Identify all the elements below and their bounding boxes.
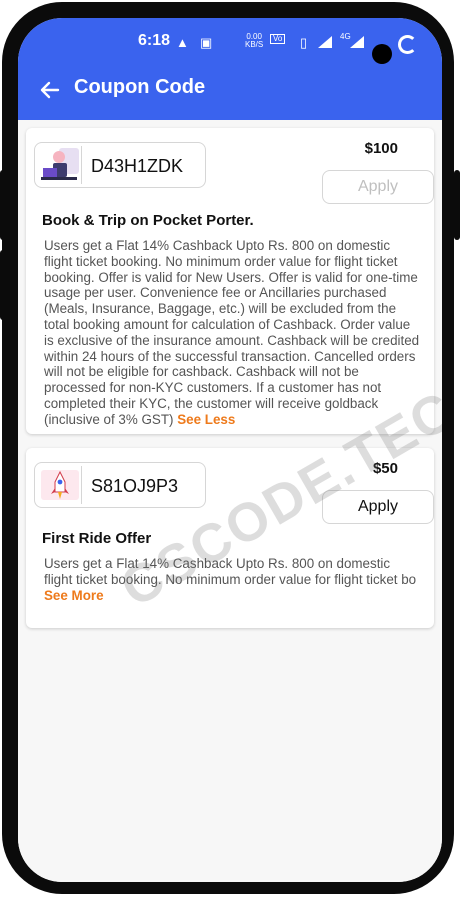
signal-icon-2 bbox=[350, 36, 364, 48]
offer-description: Users get a Flat 14% Cashback Upto Rs. 8… bbox=[44, 238, 420, 428]
see-less-link[interactable]: See Less bbox=[177, 412, 235, 427]
volte-icon: Vo bbox=[270, 34, 286, 44]
coupon-code-box[interactable]: S81OJ9P3 bbox=[34, 462, 206, 508]
front-camera bbox=[372, 44, 392, 64]
page-title: Coupon Code bbox=[74, 76, 206, 98]
offer-description-text: Users get a Flat 14% Cashback Upto Rs. 8… bbox=[44, 238, 420, 427]
coupon-list: D43H1ZDK $100 Apply Book & Trip on Pocke… bbox=[18, 120, 442, 882]
side-button-right bbox=[454, 170, 460, 240]
coupon-card: S81OJ9P3 $50 Apply First Ride Offer User… bbox=[26, 448, 434, 628]
coupon-price: $50 bbox=[372, 460, 398, 477]
coupon-price: $100 bbox=[364, 140, 398, 157]
screen: 6:18 ▲ ▣ 0.00 KB/S Vo ▯ 4G Coupon Code D… bbox=[18, 18, 442, 882]
offer-description-text: Users get a Flat 14% Cashback Upto Rs. 8… bbox=[44, 556, 417, 587]
network-speed: 0.00 KB/S bbox=[245, 33, 263, 49]
offer-title: Book & Trip on Pocket Porter. bbox=[42, 212, 254, 229]
offer-description: Users get a Flat 14% Cashback Upto Rs. 8… bbox=[44, 556, 420, 603]
apply-button[interactable]: Apply bbox=[322, 490, 434, 524]
app-header: 6:18 ▲ ▣ 0.00 KB/S Vo ▯ 4G Coupon Code bbox=[18, 18, 442, 120]
vibrate-icon: ▯ bbox=[300, 35, 308, 50]
offer-title: First Ride Offer bbox=[42, 530, 152, 547]
coupon-code-box[interactable]: D43H1ZDK bbox=[34, 142, 206, 188]
coupon-card: D43H1ZDK $100 Apply Book & Trip on Pocke… bbox=[26, 128, 434, 434]
coupon-illustration bbox=[39, 466, 82, 504]
coupon-code: S81OJ9P3 bbox=[91, 476, 179, 496]
status-bar: 6:18 ▲ ▣ 0.00 KB/S Vo ▯ 4G bbox=[18, 32, 442, 64]
signal-icon bbox=[318, 36, 332, 48]
nav-icon: ▲ bbox=[176, 35, 189, 50]
network-speed-unit: KB/S bbox=[245, 40, 264, 49]
gallery-icon: ▣ bbox=[200, 35, 213, 50]
apply-button[interactable]: Apply bbox=[322, 170, 434, 204]
status-time: 6:18 bbox=[138, 32, 171, 49]
back-arrow-icon[interactable] bbox=[38, 78, 62, 102]
coupon-code: D43H1ZDK bbox=[91, 156, 184, 176]
see-more-link[interactable]: See More bbox=[44, 588, 104, 603]
coupon-illustration bbox=[39, 146, 82, 184]
battery-icon bbox=[398, 35, 417, 54]
phone-device: 6:18 ▲ ▣ 0.00 KB/S Vo ▯ 4G Coupon Code D… bbox=[0, 0, 460, 900]
